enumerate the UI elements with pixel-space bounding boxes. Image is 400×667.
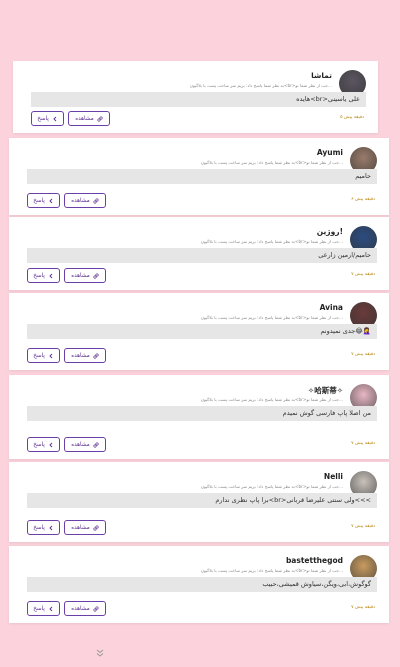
chevron-left-icon <box>49 442 53 447</box>
timestamp: ۷ دقیقه پیش <box>351 441 375 446</box>
view-button[interactable]: مشاهده <box>64 193 106 208</box>
reply-label: پاسخ <box>33 352 45 359</box>
reply-label: پاسخ <box>33 441 45 448</box>
view-button[interactable]: مشاهده <box>64 601 106 616</box>
timestamp: ۵ دقیقه پیش <box>340 115 364 120</box>
comment-text: هایده<br>علی یاسینی <box>31 92 366 107</box>
user-name[interactable]: Ayumi <box>317 148 343 157</box>
link-icon <box>93 524 99 531</box>
reply-label: پاسخ <box>33 272 45 279</box>
notification-subtitle: به نظر شما پاسخ داد: بریم سر ساخت پست با… <box>200 397 343 402</box>
view-label: مشاهده <box>71 524 90 531</box>
timestamp: ۷ دقیقه پیش <box>351 272 375 277</box>
reply-label: پاسخ <box>33 197 45 204</box>
notification-card: تماشا به نظر شما پاسخ داد: بریم سر ساخت پ… <box>13 61 378 133</box>
reply-button[interactable]: پاسخ <box>27 348 60 363</box>
notification-subtitle: به نظر شما پاسخ داد: بریم سر ساخت پست با… <box>200 160 343 165</box>
reply-label: پاسخ <box>33 605 45 612</box>
reply-button[interactable]: پاسخ <box>27 193 60 208</box>
user-name[interactable]: روژین! <box>317 227 343 236</box>
comment-text: من اصلا پاپ فارسی گوش نمیدم <box>27 406 377 421</box>
link-icon <box>97 115 103 122</box>
reply-label: پاسخ <box>37 115 49 122</box>
notification-card: ✧哈斯蒂✧ به نظر شما پاسخ داد: بریم سر ساخت پ… <box>9 375 389 459</box>
timestamp: ۷ دقیقه پیش <box>351 605 375 610</box>
view-button[interactable]: مشاهده <box>64 348 106 363</box>
link-icon <box>93 272 99 279</box>
timestamp: ۶ دقیقه پیش <box>351 197 375 202</box>
chevron-left-icon <box>49 525 53 530</box>
timestamp: ۷ دقیقه پیش <box>351 352 375 357</box>
user-name[interactable]: Avina <box>320 303 343 312</box>
user-name[interactable]: ✧哈斯蒂✧ <box>308 385 343 396</box>
link-icon <box>93 605 99 612</box>
timestamp: ۷ دقیقه پیش <box>351 524 375 529</box>
notification-card: bastetthegod به نظر شما پاسخ داد: بریم سر… <box>9 546 389 623</box>
reply-button[interactable]: پاسخ <box>27 268 60 283</box>
view-label: مشاهده <box>75 115 94 122</box>
view-button[interactable]: مشاهده <box>64 268 106 283</box>
view-button[interactable]: مشاهده <box>64 437 106 452</box>
notification-subtitle: به نظر شما پاسخ داد: بریم سر ساخت پست با… <box>200 239 343 244</box>
notification-card: روژین! به نظر شما پاسخ داد: بریم سر ساخت … <box>9 217 389 290</box>
link-icon <box>93 352 99 359</box>
chevrons-down-icon[interactable] <box>95 648 105 658</box>
notification-subtitle: به نظر شما پاسخ داد: بریم سر ساخت پست با… <box>189 83 332 88</box>
comment-text: جدی نمیدونم😂🤦‍♀️ <box>27 324 377 339</box>
user-name[interactable]: Nelli <box>324 472 343 481</box>
chevron-left-icon <box>49 198 53 203</box>
chevron-left-icon <box>49 353 53 358</box>
view-button[interactable]: مشاهده <box>64 520 106 535</box>
user-name[interactable]: تماشا <box>311 71 332 80</box>
notification-card: Nelli به نظر شما پاسخ داد: بریم سر ساخت پ… <box>9 462 389 542</box>
notification-subtitle: به نظر شما پاسخ داد: بریم سر ساخت پست با… <box>200 315 343 320</box>
reply-button[interactable]: پاسخ <box>27 520 60 535</box>
comment-text: حامیم <box>27 169 377 184</box>
view-label: مشاهده <box>71 197 90 204</box>
reply-button[interactable]: پاسخ <box>31 111 64 126</box>
comment-text: برا پاپ نظری ندارم<br>ولی سنتی علیرضا قر… <box>27 493 377 508</box>
view-label: مشاهده <box>71 352 90 359</box>
reply-button[interactable]: پاسخ <box>27 601 60 616</box>
chevron-left-icon <box>49 273 53 278</box>
view-label: مشاهده <box>71 272 90 279</box>
comment-text: حامیم/ارمین زارعی <box>27 248 377 263</box>
notification-card: Avina به نظر شما پاسخ داد: بریم سر ساخت پ… <box>9 293 389 370</box>
user-name[interactable]: bastetthegod <box>286 556 343 565</box>
link-icon <box>93 197 99 204</box>
link-icon <box>93 441 99 448</box>
chevron-left-icon <box>53 116 57 121</box>
view-button[interactable]: مشاهده <box>68 111 110 126</box>
notification-card: Ayumi به نظر شما پاسخ داد: بریم سر ساخت پ… <box>9 138 389 215</box>
reply-label: پاسخ <box>33 524 45 531</box>
notification-subtitle: به نظر شما پاسخ داد: بریم سر ساخت پست با… <box>200 568 343 573</box>
view-label: مشاهده <box>71 441 90 448</box>
view-label: مشاهده <box>71 605 90 612</box>
chevron-left-icon <box>49 606 53 611</box>
notification-subtitle: به نظر شما پاسخ داد: بریم سر ساخت پست با… <box>200 484 343 489</box>
comment-text: گوگوش،ابی،ویگن،سیاوش قمیشی،حبیب <box>27 577 377 592</box>
reply-button[interactable]: پاسخ <box>27 437 60 452</box>
